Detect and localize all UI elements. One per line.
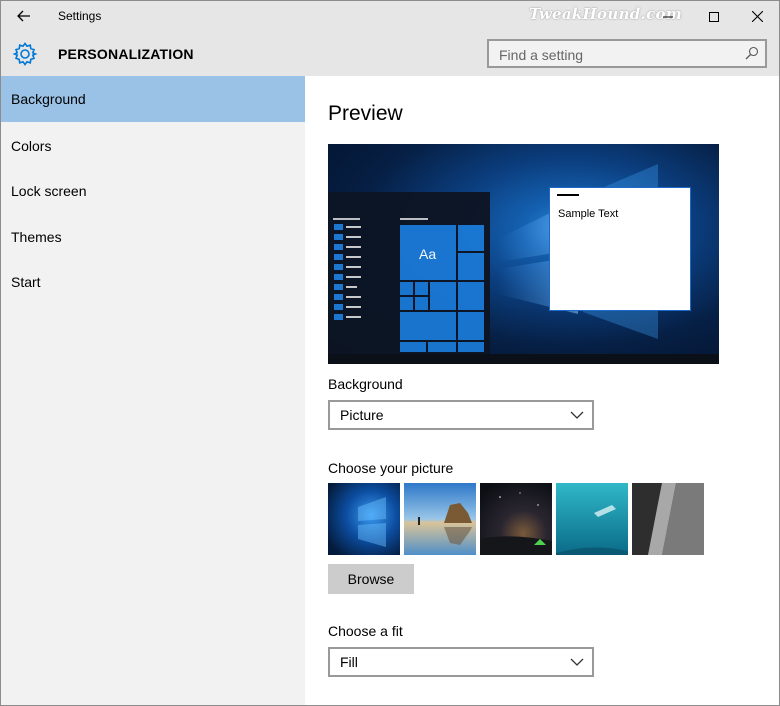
chevron-down-icon (570, 658, 584, 666)
choose-fit-label: Choose a fit (328, 623, 403, 639)
preview-taskbar (328, 354, 719, 364)
sidebar-item-background[interactable]: Background (1, 76, 305, 122)
settings-window: Settings TweakHound.com PERSONALIZATION (0, 0, 780, 706)
picture-thumbnail-beach[interactable] (404, 483, 476, 555)
sidebar-item-lock-screen[interactable]: Lock screen (1, 168, 305, 214)
picture-thumbnail-rock-cliff[interactable] (632, 483, 704, 555)
night-sky-image (480, 483, 552, 555)
sidebar-item-start[interactable]: Start (1, 259, 305, 305)
background-label: Background (328, 376, 403, 392)
fit-dropdown[interactable]: Fill (328, 647, 594, 677)
background-dropdown-value: Picture (340, 407, 384, 423)
back-button[interactable] (9, 5, 39, 27)
window-title: Settings (58, 9, 102, 23)
chevron-down-icon (570, 411, 584, 419)
preview-start-menu: Aa (328, 192, 490, 354)
preview-heading: Preview (328, 102, 403, 125)
page-title: PERSONALIZATION (58, 46, 194, 62)
sidebar-item-themes[interactable]: Themes (1, 214, 305, 260)
preview-tile-label: Aa (419, 246, 437, 262)
settings-header: PERSONALIZATION (1, 32, 779, 76)
picture-thumbnail-windows-hero[interactable] (328, 483, 400, 555)
preview-sample-titlebar (557, 194, 579, 196)
close-button[interactable] (734, 1, 779, 32)
browse-button[interactable]: Browse (328, 564, 414, 594)
maximize-button[interactable] (691, 1, 737, 32)
search-input[interactable] (489, 41, 741, 68)
preview-sample-window: Sample Text (549, 187, 691, 311)
underwater-image (556, 483, 628, 555)
background-dropdown[interactable]: Picture (328, 400, 594, 430)
preview-start-tiles (333, 218, 484, 352)
search-box[interactable] (487, 39, 767, 68)
title-bar: Settings TweakHound.com (1, 1, 779, 32)
gear-icon (12, 42, 38, 66)
back-arrow-icon (17, 10, 30, 22)
beach-rocks-image (404, 483, 476, 555)
preview-sample-text: Sample Text (558, 208, 619, 220)
maximize-icon (709, 11, 719, 22)
desktop-preview: Aa Sample Text (328, 144, 719, 364)
rock-cliff-image (632, 483, 704, 555)
picture-thumbnail-underwater[interactable] (556, 483, 628, 555)
choose-picture-label: Choose your picture (328, 460, 454, 476)
main-content: Preview Aa Sample Text Background Pictur… (305, 76, 779, 705)
windows-hero-image (328, 483, 400, 555)
minimize-icon (663, 16, 673, 17)
fit-dropdown-value: Fill (340, 654, 358, 670)
sidebar-item-colors[interactable]: Colors (1, 123, 305, 169)
search-icon[interactable] (745, 46, 759, 60)
close-icon (751, 11, 763, 22)
sidebar: Background Colors Lock screen Themes Sta… (1, 76, 305, 705)
picture-thumbnail-night-sky[interactable] (480, 483, 552, 555)
minimize-button[interactable] (645, 1, 691, 32)
